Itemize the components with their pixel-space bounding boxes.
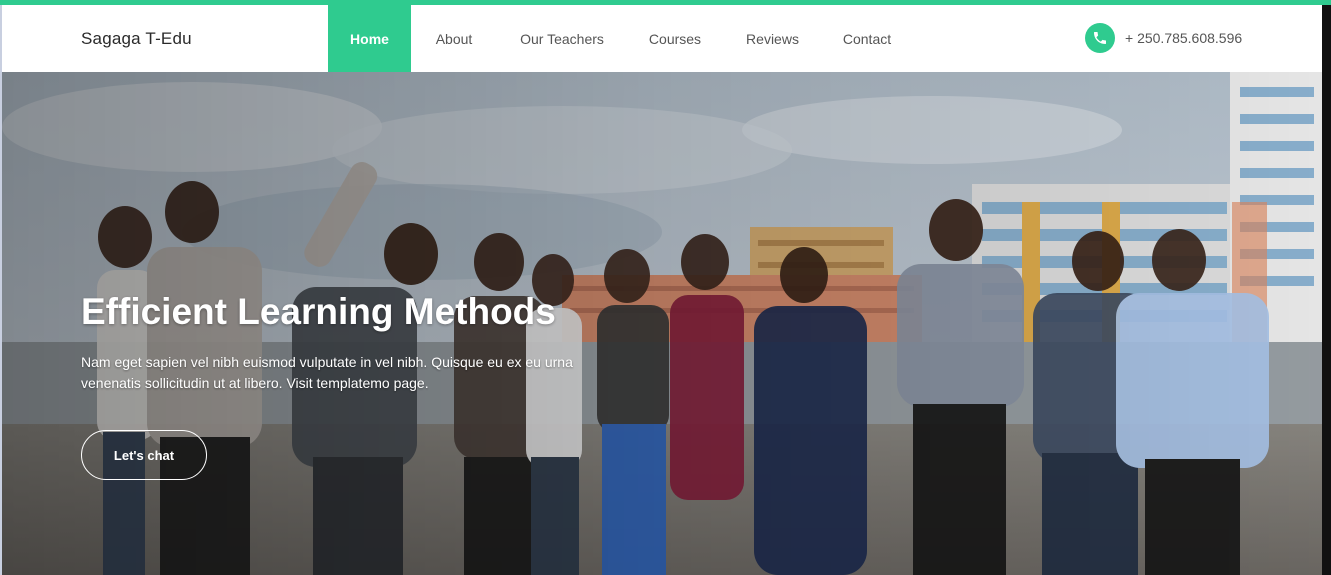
header-navbar: Sagaga T-Edu Home About Our Teachers Cou… <box>0 5 1322 72</box>
hero-section: Efficient Learning Methods Nam eget sapi… <box>0 72 1322 575</box>
lets-chat-button[interactable]: Let's chat <box>81 430 207 480</box>
nav-item-contact[interactable]: Contact <box>822 5 912 72</box>
hero-title: Efficient Learning Methods <box>81 291 556 332</box>
nav-menu: Home About Our Teachers Courses Reviews … <box>328 5 912 72</box>
nav-item-reviews[interactable]: Reviews <box>723 5 822 72</box>
nav-item-courses[interactable]: Courses <box>627 5 723 72</box>
page: Sagaga T-Edu Home About Our Teachers Cou… <box>0 0 1331 575</box>
phone-number: + 250.785.608.596 <box>1125 30 1243 46</box>
nav-item-our-teachers[interactable]: Our Teachers <box>497 5 627 72</box>
phone-contact[interactable]: + 250.785.608.596 <box>1085 23 1242 53</box>
hero-description: Nam eget sapien vel nibh euismod vulputa… <box>81 354 573 391</box>
phone-icon <box>1085 23 1115 53</box>
brand-logo[interactable]: Sagaga T-Edu <box>81 29 192 49</box>
right-scrollbar-gutter <box>1322 5 1331 575</box>
nav-item-home[interactable]: Home <box>328 5 411 72</box>
nav-item-about[interactable]: About <box>411 5 497 72</box>
